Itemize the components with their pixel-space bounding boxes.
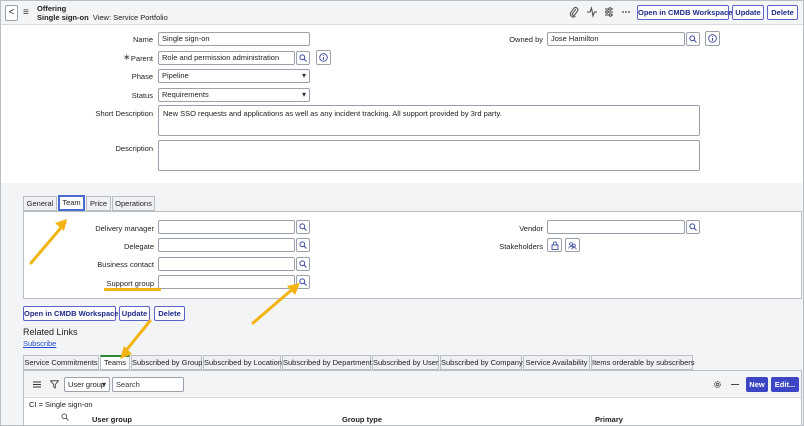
open-cmdb-workspace-button-bottom[interactable]: Open in CMDB Workspace (23, 306, 118, 321)
tab-teams[interactable]: Teams (100, 355, 130, 370)
vendor-field[interactable] (547, 220, 685, 234)
update-button[interactable]: Update (732, 5, 764, 20)
tab-general[interactable]: General (23, 196, 57, 211)
search-icon (299, 223, 307, 231)
record-form-window: < ≡ Offering Single sign-on View: Servic… (0, 0, 804, 426)
delete-button-bottom[interactable]: Delete (154, 306, 185, 321)
menu-icon[interactable]: ≡ (23, 7, 29, 18)
teams-related-list: User group Search New Edit... CI = Singl… (23, 370, 802, 425)
more-icon[interactable] (621, 6, 631, 18)
record-name: Single sign-on (37, 13, 89, 22)
list-toolbar: User group Search New Edit... (24, 371, 801, 398)
lock-icon (551, 241, 558, 250)
tab-subscribed-by-location[interactable]: Subscribed by Location (203, 355, 282, 370)
name-label: Name (132, 35, 153, 44)
list-breadcrumb[interactable]: CI = Single sign-on (29, 400, 93, 409)
settings-sliders-icon[interactable] (604, 6, 614, 18)
search-field-select[interactable]: User group (64, 377, 110, 392)
search-icon (689, 223, 697, 231)
tab-price[interactable]: Price (86, 196, 111, 211)
short-description-field[interactable]: New SSO requests and applications as wel… (158, 105, 700, 136)
delivery-manager-label: Delivery manager (95, 224, 154, 233)
support-group-field[interactable] (158, 275, 295, 289)
record-title: Single sign-on View: Service Portfolio (37, 13, 168, 22)
back-button[interactable]: < (5, 5, 18, 21)
tab-subscribed-by-user[interactable]: Subscribed by User (372, 355, 439, 370)
parent-label: Parent (130, 54, 153, 63)
description-field[interactable] (158, 140, 700, 171)
support-group-label: Support group (106, 279, 154, 288)
column-header-user-group[interactable]: User group (92, 415, 132, 424)
stakeholders-label: Stakeholders (499, 242, 543, 251)
delegate-field[interactable] (158, 238, 295, 252)
tab-service-commitments[interactable]: Service Commitments (23, 355, 99, 370)
phase-label: Phase (131, 72, 153, 81)
description-label: Description (115, 144, 153, 153)
list-menu-icon[interactable] (33, 381, 41, 388)
vendor-label: Vendor (519, 224, 543, 233)
view-label: View: Service Portfolio (92, 13, 168, 22)
tab-items-orderable-by-subscribers[interactable]: Items orderable by subscribers (591, 355, 695, 370)
delegate-label: Delegate (123, 242, 154, 251)
vendor-lookup-button[interactable] (686, 220, 700, 234)
delivery-manager-field[interactable] (158, 220, 295, 234)
form-header: < ≡ Offering Single sign-on View: Servic… (1, 1, 803, 25)
paperclip-icon[interactable] (569, 6, 579, 18)
subscribe-link[interactable]: Subscribe (23, 339, 56, 348)
search-icon (299, 278, 307, 286)
tab-operations[interactable]: Operations (112, 196, 155, 211)
related-links-title: Related Links (23, 327, 78, 337)
phase-select[interactable]: Pipeline (158, 69, 310, 83)
support-group-lookup-button[interactable] (296, 275, 310, 289)
support-group-highlight (104, 288, 161, 291)
add-users-icon (568, 242, 577, 250)
activity-icon[interactable] (587, 6, 597, 18)
edit-button[interactable]: Edit... (771, 377, 799, 392)
open-cmdb-workspace-button[interactable]: Open in CMDB Workspace (637, 5, 732, 20)
delivery-manager-lookup-button[interactable] (296, 220, 310, 234)
tab-subscribed-by-company[interactable]: Subscribed by Company (440, 355, 523, 370)
short-description-label: Short Description (95, 109, 153, 118)
search-icon (299, 260, 307, 268)
business-contact-field[interactable] (158, 257, 295, 271)
info-icon (319, 53, 328, 62)
parent-info-button[interactable] (316, 50, 331, 65)
business-contact-label: Business contact (97, 260, 154, 269)
search-icon (299, 241, 307, 249)
owned-by-label: Owned by (509, 35, 543, 44)
tab-subscribed-by-group[interactable]: Subscribed by Group (131, 355, 202, 370)
stakeholders-lock-button[interactable] (547, 238, 562, 252)
parent-field[interactable]: Role and permission administration (158, 51, 295, 65)
search-icon (299, 54, 307, 62)
record-type: Offering (37, 4, 67, 13)
gear-icon[interactable] (713, 380, 722, 389)
parent-lookup-button[interactable] (296, 51, 310, 65)
update-button-bottom[interactable]: Update (119, 306, 150, 321)
owned-by-field[interactable]: Jose Hamilton (547, 32, 685, 46)
filter-icon[interactable] (50, 380, 59, 389)
stakeholders-add-button[interactable] (565, 238, 580, 252)
owned-by-lookup-button[interactable] (686, 32, 700, 46)
new-button[interactable]: New (746, 377, 768, 392)
search-icon (689, 35, 697, 43)
name-field[interactable]: Single sign-on (158, 32, 310, 46)
status-label: Status (131, 91, 153, 100)
tab-service-availability[interactable]: Service Availability (523, 355, 590, 370)
column-header-group-type[interactable]: Group type (342, 415, 382, 424)
tab-team[interactable]: Team (58, 195, 85, 211)
collapse-icon[interactable] (731, 383, 739, 386)
delete-button[interactable]: Delete (767, 5, 798, 20)
status-select[interactable]: Requirements (158, 88, 310, 102)
tab-subscribed-by-department[interactable]: Subscribed by Department (282, 355, 372, 370)
list-search-input[interactable]: Search (112, 377, 184, 392)
delegate-lookup-button[interactable] (296, 238, 310, 252)
business-contact-lookup-button[interactable] (296, 257, 310, 271)
owned-by-info-button[interactable] (705, 31, 720, 46)
column-header-primary[interactable]: Primary (595, 415, 623, 424)
column-search-icon[interactable] (61, 413, 69, 421)
info-icon (708, 34, 717, 43)
